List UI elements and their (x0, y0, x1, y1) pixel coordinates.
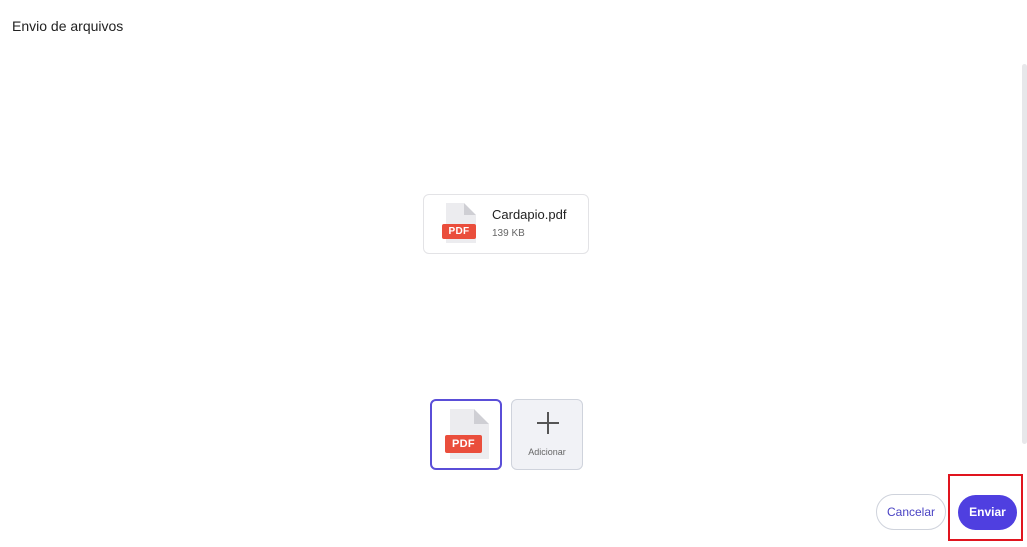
file-preview-card: PDF Cardapio.pdf 139 KB (423, 194, 589, 254)
add-file-label: Adicionar (528, 447, 566, 457)
scrollbar[interactable] (1022, 64, 1027, 444)
cancel-button[interactable]: Cancelar (876, 494, 946, 530)
pdf-file-icon: PDF (445, 409, 489, 461)
plus-icon (537, 412, 559, 434)
pdf-file-icon: PDF (442, 203, 476, 247)
file-name: Cardapio.pdf (492, 207, 567, 222)
pdf-badge: PDF (445, 435, 482, 453)
file-size: 139 KB (492, 228, 525, 239)
file-upload-dialog: Envio de arquivos PDF Cardapio.pdf 139 K… (0, 0, 1027, 547)
pdf-badge: PDF (442, 224, 476, 239)
page-title: Envio de arquivos (12, 18, 124, 34)
send-button[interactable]: Enviar (958, 495, 1017, 530)
add-file-button[interactable]: Adicionar (511, 399, 583, 470)
file-thumbnail-selected[interactable]: PDF (430, 399, 502, 470)
